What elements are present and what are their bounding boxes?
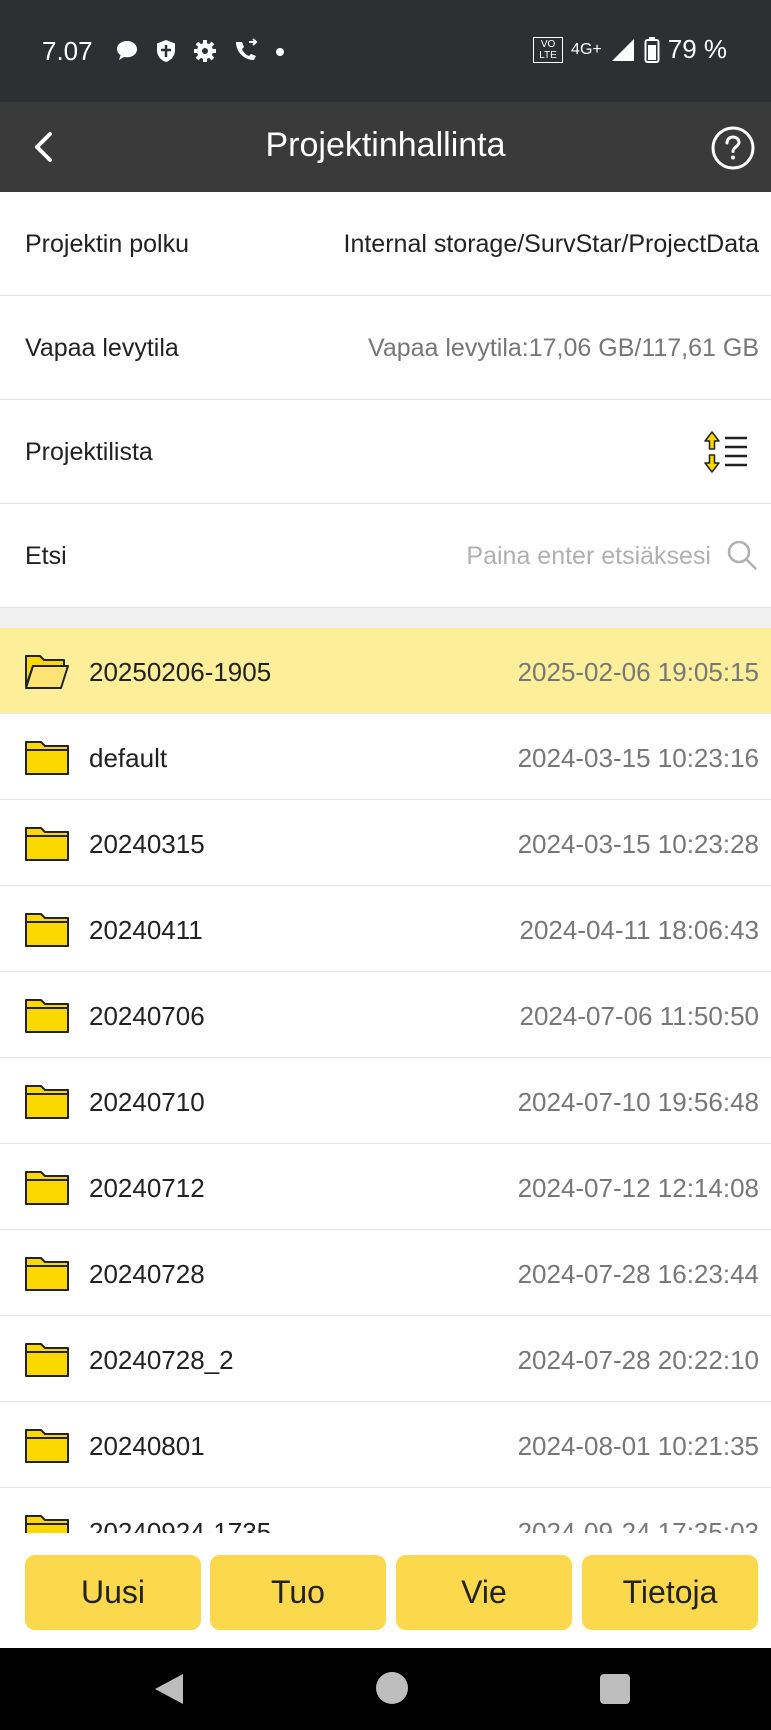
project-name: default [89, 743, 168, 773]
project-list-label: Projektilista [25, 438, 153, 466]
info-button[interactable]: Tietoja [582, 1555, 758, 1630]
search-icon[interactable] [725, 538, 759, 572]
system-nav-bar [0, 1648, 771, 1730]
project-name: 20240712 [89, 1173, 205, 1203]
folder-icon [25, 1343, 69, 1377]
folder-icon [25, 1085, 69, 1119]
call-forward-icon [236, 38, 258, 60]
folder-icon [25, 999, 69, 1033]
project-row[interactable]: 20240315 2024-03-15 10:23:28 [0, 800, 771, 886]
section-divider [0, 608, 771, 628]
project-row[interactable]: 20240712 2024-07-12 12:14:08 [0, 1144, 771, 1230]
free-space-row: Vapaa levytila Vapaa levytila:17,06 GB/1… [0, 296, 771, 400]
folder-icon [25, 1429, 69, 1463]
project-settings: Projektin polku Internal storage/SurvSta… [0, 192, 771, 608]
project-date: 2024-04-11 18:06:43 [519, 915, 760, 945]
nav-home-icon[interactable] [376, 1672, 408, 1704]
screen: 7.07 VO LTE 4G+ 79 % Projektinhallinta P… [0, 0, 771, 1730]
status-right: VO LTE 4G+ 79 % [533, 34, 727, 65]
project-name: 20240411 [89, 915, 203, 945]
project-name: 20240710 [89, 1087, 205, 1117]
project-name: 20240706 [89, 1001, 205, 1031]
project-name: 20240801 [89, 1431, 205, 1461]
project-date: 2024-07-28 16:23:44 [517, 1259, 759, 1289]
project-path-row[interactable]: Projektin polku Internal storage/SurvSta… [0, 192, 771, 296]
nav-recents-icon[interactable] [600, 1674, 630, 1704]
app-bar: Projektinhallinta [0, 102, 771, 192]
project-row[interactable]: default 2024-03-15 10:23:16 [0, 714, 771, 800]
folder-icon [25, 1257, 69, 1291]
nav-back-icon[interactable] [153, 1672, 185, 1706]
dot-icon [276, 48, 284, 56]
signal-icon [611, 38, 634, 61]
project-name: 20250206-1905 [89, 657, 272, 687]
project-row[interactable]: 20240924-1735 2024-09-24 17:35:03 [0, 1488, 771, 1533]
volte-icon: VO LTE [533, 36, 564, 63]
project-name: 20240728 [89, 1259, 205, 1289]
project-name: 20240315 [89, 829, 205, 859]
project-row[interactable]: 20240706 2024-07-06 11:50:50 [0, 972, 771, 1058]
project-date: 2024-07-06 11:50:50 [519, 1001, 760, 1031]
export-button[interactable]: Vie [396, 1555, 572, 1630]
chat-icon [117, 41, 137, 60]
project-row[interactable]: 20240411 2024-04-11 18:06:43 [0, 886, 771, 972]
free-space-label: Vapaa levytila [25, 334, 179, 362]
battery-icon [644, 36, 660, 63]
search-input[interactable]: Paina enter etsiäksesi [466, 542, 711, 571]
project-date: 2024-03-15 10:23:28 [517, 829, 759, 859]
folder-icon [25, 741, 69, 775]
project-list[interactable]: 20250206-1905 2025-02-06 19:05:15 defaul… [0, 628, 771, 1533]
project-row[interactable]: 20240728_2 2024-07-28 20:22:10 [0, 1316, 771, 1402]
project-row[interactable]: 20240710 2024-07-10 19:56:48 [0, 1058, 771, 1144]
status-bar: 7.07 VO LTE 4G+ 79 % [0, 0, 771, 102]
project-row[interactable]: 20250206-1905 2025-02-06 19:05:15 [0, 628, 771, 714]
project-list-row: Projektilista [0, 400, 771, 504]
folder-open-icon [25, 655, 69, 689]
search-row[interactable]: Etsi Paina enter etsiäksesi [0, 504, 771, 608]
sort-icon[interactable] [703, 430, 751, 474]
project-date: 2024-03-15 10:23:16 [517, 743, 759, 773]
shield-icon [157, 40, 175, 62]
gear-icon [194, 40, 216, 62]
folder-icon [25, 1515, 69, 1533]
new-project-button[interactable]: Uusi [25, 1555, 201, 1630]
folder-icon [25, 827, 69, 861]
free-space-value: Vapaa levytila:17,06 GB/117,61 GB [368, 334, 759, 362]
project-path-label: Projektin polku [25, 230, 189, 258]
folder-icon [25, 1171, 69, 1205]
project-date: 2024-07-10 19:56:48 [517, 1087, 759, 1117]
project-date: 2024-09-24 17:35:03 [517, 1517, 759, 1533]
search-label: Etsi [25, 542, 67, 570]
project-date: 2024-07-12 12:14:08 [517, 1173, 759, 1203]
page-title: Projektinhallinta [265, 126, 506, 164]
project-name: 20240924-1735 [89, 1517, 272, 1533]
project-date: 2024-07-28 20:22:10 [517, 1345, 759, 1375]
folder-icon [25, 913, 69, 947]
project-date: 2024-08-01 10:21:35 [517, 1431, 759, 1461]
notification-icons [114, 38, 286, 64]
battery-level: 79 % [667, 34, 727, 64]
network-type: 4G+ [571, 40, 602, 58]
project-name: 20240728_2 [89, 1345, 234, 1375]
status-time: 7.07 [42, 36, 93, 66]
action-bar: Uusi Tuo Vie Tietoja [0, 1540, 771, 1648]
import-button[interactable]: Tuo [210, 1555, 386, 1630]
project-row[interactable]: 20240801 2024-08-01 10:21:35 [0, 1402, 771, 1488]
project-row[interactable]: 20240728 2024-07-28 16:23:44 [0, 1230, 771, 1316]
project-date: 2025-02-06 19:05:15 [517, 657, 759, 687]
project-path-value: Internal storage/SurvStar/ProjectData [343, 230, 759, 258]
help-circle-icon[interactable] [709, 124, 757, 172]
